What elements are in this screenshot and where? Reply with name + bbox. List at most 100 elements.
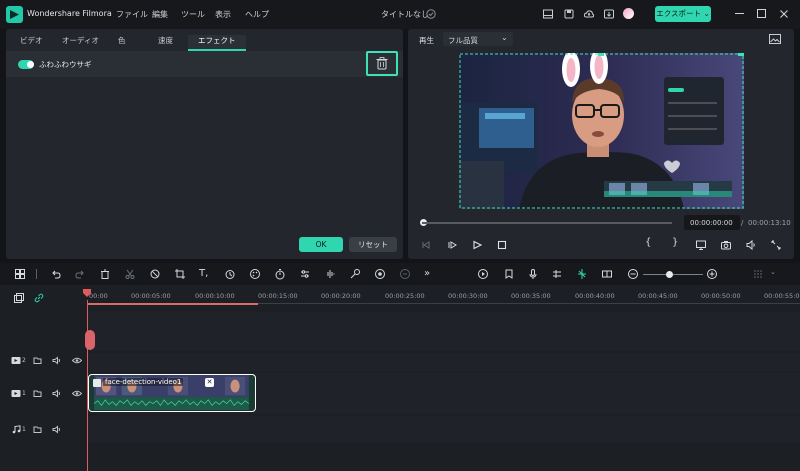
color-palette-icon[interactable] bbox=[249, 268, 261, 280]
menu-file[interactable]: ファイル bbox=[116, 9, 148, 20]
fullscreen-icon[interactable] bbox=[770, 239, 782, 251]
effect-toggle[interactable] bbox=[18, 60, 34, 69]
chevron-down-icon[interactable]: ⌄ bbox=[770, 268, 776, 276]
zoom-in-icon[interactable] bbox=[706, 268, 718, 280]
menu-view[interactable]: 表示 bbox=[215, 9, 231, 20]
motion-tracking-icon[interactable] bbox=[349, 268, 361, 280]
quality-select[interactable]: フル品質 ⌄ bbox=[443, 32, 513, 46]
text-icon[interactable]: T, bbox=[199, 268, 211, 280]
folder-icon[interactable] bbox=[33, 356, 42, 365]
audio-wave-icon[interactable] bbox=[324, 268, 336, 280]
tab-effects[interactable]: エフェクト bbox=[188, 35, 246, 51]
step-back-icon[interactable] bbox=[420, 239, 432, 251]
video-preview[interactable] bbox=[459, 53, 744, 209]
volume-icon[interactable] bbox=[52, 425, 62, 434]
delete-effect-button[interactable] bbox=[366, 51, 398, 76]
microphone-icon[interactable] bbox=[527, 268, 539, 280]
folder-icon[interactable] bbox=[33, 389, 42, 398]
cloud-upload-icon[interactable] bbox=[583, 8, 595, 20]
render-play-icon[interactable] bbox=[477, 268, 489, 280]
ai-audio-icon[interactable] bbox=[551, 268, 563, 280]
property-panel: ビデオ オーディオ 色 速度 エフェクト ふわふわウサギ OK リセット bbox=[6, 29, 403, 259]
stop-icon[interactable] bbox=[496, 239, 508, 251]
zoom-slider-track[interactable] bbox=[643, 274, 703, 275]
playback-progress-bar[interactable] bbox=[422, 222, 672, 224]
keyframe-icon[interactable] bbox=[374, 268, 386, 280]
link-icon[interactable] bbox=[33, 292, 45, 304]
zoom-out-icon[interactable] bbox=[627, 268, 639, 280]
marker-icon[interactable] bbox=[503, 268, 515, 280]
ok-button[interactable]: OK bbox=[299, 237, 343, 252]
split-screen-icon[interactable] bbox=[601, 268, 613, 280]
download-icon[interactable] bbox=[603, 8, 615, 20]
work-area-bar[interactable] bbox=[87, 303, 258, 305]
clip-type-icon bbox=[93, 379, 101, 387]
track-row-audio-1[interactable] bbox=[87, 416, 800, 442]
playhead-top-marker[interactable] bbox=[83, 289, 91, 297]
track-row-video-3[interactable] bbox=[87, 312, 800, 351]
split-scissors-icon[interactable] bbox=[124, 268, 136, 280]
close-icon[interactable] bbox=[778, 8, 790, 20]
stabilize-icon[interactable] bbox=[399, 268, 411, 280]
snap-magnet-icon[interactable] bbox=[576, 268, 588, 280]
mark-out-icon[interactable]: } bbox=[672, 237, 678, 248]
redo-icon[interactable] bbox=[74, 268, 86, 280]
undo-icon[interactable] bbox=[50, 268, 62, 280]
playhead-handle[interactable] bbox=[85, 330, 95, 350]
volume-icon[interactable] bbox=[52, 389, 62, 398]
adjust-sliders-icon[interactable] bbox=[299, 268, 311, 280]
delete-icon[interactable] bbox=[99, 268, 111, 280]
add-track-icon[interactable] bbox=[13, 292, 25, 304]
menu-help[interactable]: ヘルプ bbox=[245, 9, 269, 20]
tab-speed[interactable]: 速度 bbox=[158, 35, 173, 46]
display-icon[interactable] bbox=[695, 239, 707, 251]
eye-icon[interactable] bbox=[72, 357, 82, 364]
layout-icon[interactable] bbox=[542, 8, 554, 20]
eye-icon[interactable] bbox=[72, 390, 82, 397]
folder-icon[interactable] bbox=[33, 425, 42, 434]
play-frame-icon[interactable] bbox=[446, 239, 458, 251]
zoom-slider-handle[interactable] bbox=[666, 271, 673, 278]
grid-dots-icon[interactable] bbox=[752, 268, 764, 280]
ruler-label: 00:00:15:00 bbox=[258, 292, 298, 300]
grid-layout-icon[interactable] bbox=[14, 268, 26, 280]
crop-icon[interactable] bbox=[174, 268, 186, 280]
track-row-video-2[interactable] bbox=[87, 353, 800, 371]
timer-icon[interactable] bbox=[274, 268, 286, 280]
disable-icon[interactable] bbox=[149, 268, 161, 280]
menu-edit[interactable]: 編集 bbox=[152, 9, 168, 20]
maximize-icon[interactable] bbox=[757, 9, 766, 18]
snapshot-image-icon[interactable] bbox=[769, 34, 781, 44]
quality-value: フル品質 bbox=[448, 36, 478, 45]
mark-in-icon[interactable]: { bbox=[645, 237, 651, 248]
ruler-label: 00:00:35:00 bbox=[511, 292, 551, 300]
video-clip[interactable]: face-detection-video1 ✕ bbox=[88, 374, 256, 412]
volume-icon[interactable] bbox=[52, 356, 62, 365]
minimize-icon[interactable] bbox=[735, 13, 744, 14]
app-name: Wondershare Filmora bbox=[27, 9, 112, 18]
check-circle-icon bbox=[425, 8, 437, 20]
save-icon[interactable] bbox=[563, 8, 575, 20]
ruler-label: 00:00:40:00 bbox=[575, 292, 615, 300]
more-tools-icon[interactable]: » bbox=[424, 268, 436, 280]
camera-snapshot-icon[interactable] bbox=[720, 239, 732, 251]
tab-audio[interactable]: オーディオ bbox=[62, 35, 99, 46]
avatar[interactable] bbox=[623, 8, 634, 19]
playhead[interactable] bbox=[87, 300, 88, 471]
current-time: 00:00:00:00 bbox=[690, 219, 733, 227]
tab-color[interactable]: 色 bbox=[118, 35, 126, 46]
effect-row[interactable]: ふわふわウサギ bbox=[6, 51, 403, 77]
reset-button[interactable]: リセット bbox=[349, 237, 397, 252]
play-icon[interactable] bbox=[471, 239, 483, 251]
chevron-down-icon: ⌄ bbox=[501, 33, 508, 42]
tab-video[interactable]: ビデオ bbox=[20, 35, 43, 46]
menu-tools[interactable]: ツール bbox=[181, 9, 205, 20]
export-label: エクスポート bbox=[656, 9, 702, 18]
export-button[interactable]: エクスポート ⌄ bbox=[655, 6, 711, 22]
time-separator: / bbox=[741, 219, 744, 227]
speed-clock-icon[interactable] bbox=[224, 268, 236, 280]
ruler-label: 00:00:55:00 bbox=[764, 292, 800, 300]
track-number: 1 bbox=[22, 426, 26, 433]
project-title[interactable]: タイトルなし bbox=[381, 9, 429, 20]
volume-icon[interactable] bbox=[745, 239, 757, 251]
